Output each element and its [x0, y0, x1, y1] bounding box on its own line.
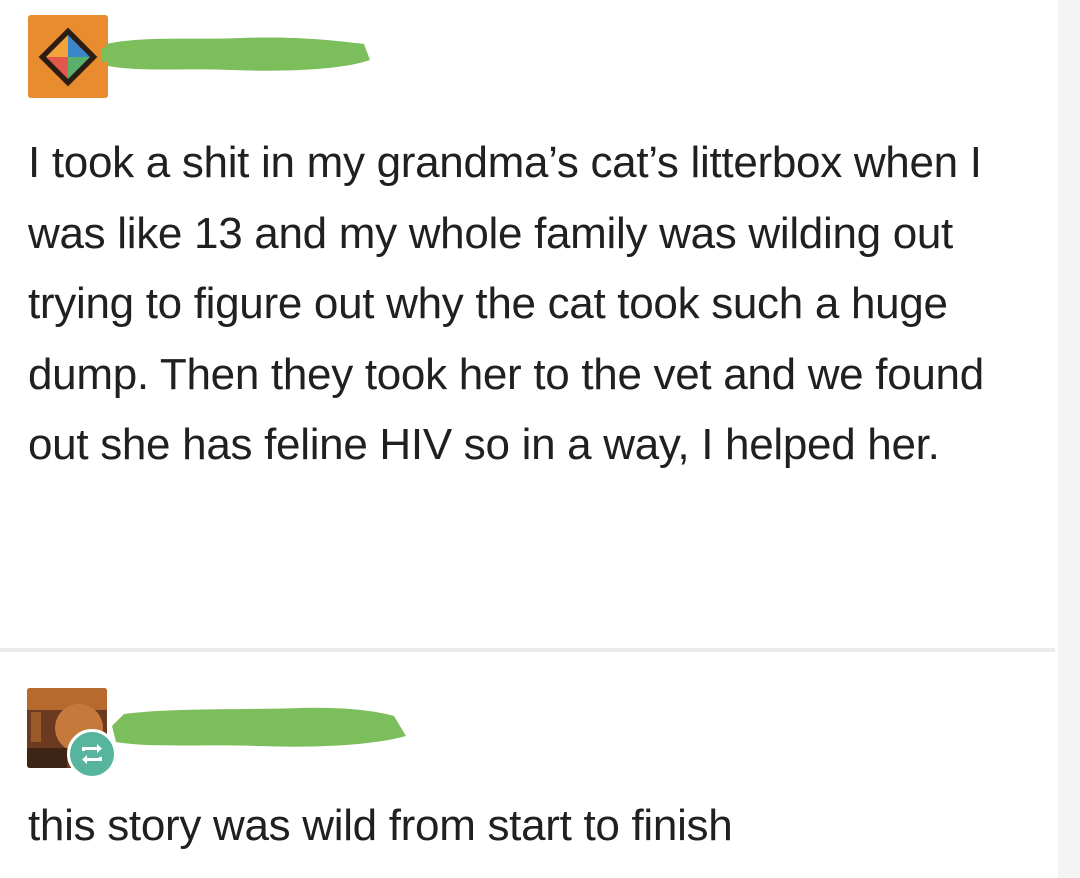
username-redaction: [112, 707, 406, 747]
reblog-comment: this story was wild from start to finish: [0, 650, 1080, 878]
reblog-icon: [82, 744, 102, 764]
reblog-comment-text: this story was wild from start to finish: [28, 801, 733, 850]
original-post: I took a shit in my grandma’s cat’s litt…: [0, 0, 1080, 650]
diamond-logo-icon: [38, 27, 98, 87]
username-redaction: [102, 37, 370, 71]
user-avatar[interactable]: [28, 15, 108, 98]
post-body-text: I took a shit in my grandma’s cat’s litt…: [28, 138, 984, 469]
